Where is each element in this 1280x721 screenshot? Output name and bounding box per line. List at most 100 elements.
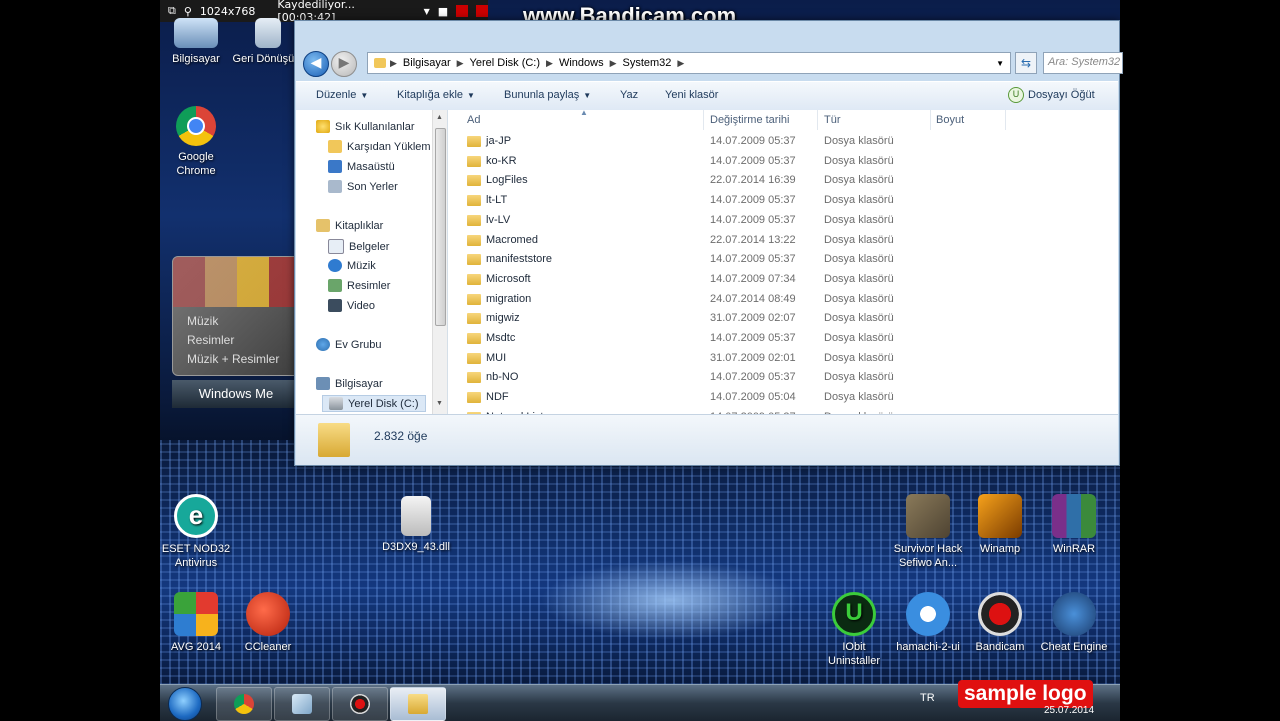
media-center-gadget[interactable]: Müzik Resimler Müzik + Resimler	[172, 256, 302, 376]
nav-downloads[interactable]: Karşıdan Yüklem	[328, 140, 431, 153]
new-folder-button[interactable]: Yeni klasör	[665, 89, 718, 101]
desktop-icon-bandicam[interactable]: Bandicam	[964, 592, 1036, 654]
taskbar-explorer[interactable]	[390, 687, 446, 721]
breadcrumb-separator[interactable]: ▶	[546, 58, 553, 69]
search-icon[interactable]: ⚲	[184, 5, 192, 18]
nav-recent[interactable]: Son Yerler	[328, 180, 398, 193]
desktop-icon-ccleaner[interactable]: CCleaner	[232, 592, 304, 654]
column-size[interactable]: Boyut	[936, 114, 964, 126]
chevron-down-icon[interactable]: ▼	[996, 59, 1004, 68]
table-row[interactable]: LogFiles 22.07.2014 16:39 Dosya klasörü	[448, 171, 1118, 191]
nav-homegroup[interactable]: Ev Grubu	[316, 338, 381, 351]
taskbar-app[interactable]	[274, 687, 330, 721]
breadcrumb-separator[interactable]: ▶	[390, 58, 397, 69]
language-indicator[interactable]: TR	[920, 692, 935, 704]
desktop-icon-avg[interactable]: AVG 2014	[160, 592, 232, 654]
nav-local-disk[interactable]: Yerel Disk (C:)	[322, 395, 426, 412]
file-date: 31.07.2009 02:07	[710, 312, 796, 325]
breadcrumb-item[interactable]: Bilgisayar	[403, 57, 451, 69]
taskbar-bandicam[interactable]	[332, 687, 388, 721]
chevron-down-icon[interactable]: ▼	[424, 7, 430, 16]
nav-video[interactable]: Video	[328, 299, 375, 312]
stop-icon[interactable]	[476, 5, 488, 17]
nav-documents[interactable]: Belgeler	[328, 239, 389, 254]
desktop-icon-hamachi[interactable]: hamachi-2-ui	[892, 592, 964, 654]
desktop-icon-d3dx9[interactable]: D3DX9_43.dll	[380, 496, 452, 554]
desktop-icon-winrar[interactable]: WinRAR	[1038, 494, 1110, 556]
burn-button[interactable]: Yaz	[620, 89, 638, 101]
table-row[interactable]: Macromed 22.07.2014 13:22 Dosya klasörü	[448, 231, 1118, 251]
file-type: Dosya klasörü	[824, 351, 894, 364]
column-divider[interactable]	[1005, 110, 1006, 130]
breadcrumb-separator[interactable]: ▶	[610, 58, 617, 69]
folder-icon	[467, 333, 481, 344]
table-row[interactable]: Microsoft 14.07.2009 07:34 Dosya klasörü	[448, 270, 1118, 290]
window-icon[interactable]: ⧉	[168, 4, 176, 18]
scroll-down-icon[interactable]: ▼	[436, 400, 443, 407]
cheat-engine-icon	[1052, 592, 1096, 636]
table-row[interactable]: ko-KR 14.07.2009 05:37 Dosya klasörü	[448, 152, 1118, 172]
column-type[interactable]: Tür	[824, 114, 841, 126]
column-divider[interactable]	[817, 110, 818, 130]
table-row[interactable]: migwiz 31.07.2009 02:07 Dosya klasörü	[448, 309, 1118, 329]
nav-desktop[interactable]: Masaüstü	[328, 160, 395, 173]
taskbar-chrome[interactable]	[216, 687, 272, 721]
pause-icon[interactable]	[456, 5, 469, 17]
breadcrumb-separator[interactable]: ▶	[677, 58, 684, 69]
desktop-icon-computer[interactable]: Bilgisayar	[160, 18, 232, 66]
scroll-up-icon[interactable]: ▲	[436, 114, 443, 121]
open-file-button[interactable]: U Dosyayı Öğüt	[1008, 87, 1095, 103]
gadget-line[interactable]: Müzik	[187, 314, 218, 328]
breadcrumb-item[interactable]: System32	[623, 57, 672, 69]
nav-scrollbar[interactable]: ▲ ▼	[432, 110, 447, 414]
desktop-icon-label: WinRAR	[1052, 543, 1096, 555]
file-name: migration	[486, 292, 532, 305]
nav-pictures[interactable]: Resimler	[328, 279, 390, 292]
gadget-line[interactable]: Müzik + Resimler	[187, 352, 279, 366]
table-row[interactable]: lt-LT 14.07.2009 05:37 Dosya klasörü	[448, 191, 1118, 211]
table-row[interactable]: manifeststore 14.07.2009 05:37 Dosya klasö…	[448, 250, 1118, 270]
back-button[interactable]: ◀	[303, 51, 329, 77]
desktop-icon-chrome[interactable]: Google Chrome	[160, 106, 232, 178]
breadcrumb-separator[interactable]: ▶	[457, 58, 464, 69]
breadcrumb[interactable]: ▶ Bilgisayar ▶ Yerel Disk (C:) ▶ Windows…	[367, 52, 1011, 74]
column-name[interactable]: Ad	[467, 114, 480, 126]
table-row[interactable]: ja-JP 14.07.2009 05:37 Dosya klasörü	[448, 132, 1118, 152]
breadcrumb-item[interactable]: Windows	[559, 57, 604, 69]
search-input[interactable]: Ara: System32	[1043, 52, 1123, 74]
include-library-button[interactable]: Kitaplığa ekle ▼	[397, 89, 475, 101]
nav-music[interactable]: Müzik	[328, 259, 376, 272]
refresh-button[interactable]: ⇆	[1015, 52, 1037, 74]
column-divider[interactable]	[930, 110, 931, 130]
desktop-icon-cheat-engine[interactable]: Cheat Engine	[1038, 592, 1110, 654]
nav-favorites[interactable]: Sık Kullanılanlar	[316, 120, 415, 133]
share-button[interactable]: Bununla paylaş ▼	[504, 89, 591, 101]
desktop-icon-iobit[interactable]: U IObit Uninstaller	[818, 592, 890, 668]
table-row[interactable]: migration 24.07.2014 08:49 Dosya klasörü	[448, 290, 1118, 310]
column-divider[interactable]	[703, 110, 704, 130]
column-date[interactable]: Değiştirme tarihi	[710, 114, 789, 126]
breadcrumb-item[interactable]: Yerel Disk (C:)	[470, 57, 541, 69]
gadget-line[interactable]: Resimler	[187, 333, 234, 347]
windows-media-center-label[interactable]: Windows Me	[172, 380, 300, 408]
forward-button[interactable]: ▶	[331, 51, 357, 77]
table-row[interactable]: nb-NO 14.07.2009 05:37 Dosya klasörü	[448, 368, 1118, 388]
nav-computer[interactable]: Bilgisayar	[316, 377, 383, 390]
hack-tool-icon	[906, 494, 950, 538]
chevron-down-icon: ▼	[583, 91, 592, 100]
start-button[interactable]	[168, 687, 202, 721]
desktop-icon-eset[interactable]: e ESET NOD32 Antivirus	[160, 494, 232, 570]
nav-libraries[interactable]: Kitaplıklar	[316, 219, 383, 232]
camera-icon[interactable]: ■	[438, 5, 448, 18]
desktop-icon-winamp[interactable]: Winamp	[964, 494, 1036, 556]
clock-date[interactable]: 25.07.2014	[1044, 705, 1094, 716]
table-row[interactable]: Msdtc 14.07.2009 05:37 Dosya klasörü	[448, 329, 1118, 349]
organize-button[interactable]: Düzenle ▼	[316, 89, 368, 101]
table-row[interactable]: lv-LV 14.07.2009 05:37 Dosya klasörü	[448, 211, 1118, 231]
desktop-icon-survivor-hack[interactable]: Survivor Hack Sefiwo An...	[892, 494, 964, 570]
button-label: Düzenle	[316, 89, 357, 101]
scroll-thumb[interactable]	[435, 128, 446, 326]
table-row[interactable]: NDF 14.07.2009 05:04 Dosya klasörü	[448, 388, 1118, 408]
folder-icon	[467, 175, 481, 187]
table-row[interactable]: MUI 31.07.2009 02:01 Dosya klasörü	[448, 349, 1118, 369]
